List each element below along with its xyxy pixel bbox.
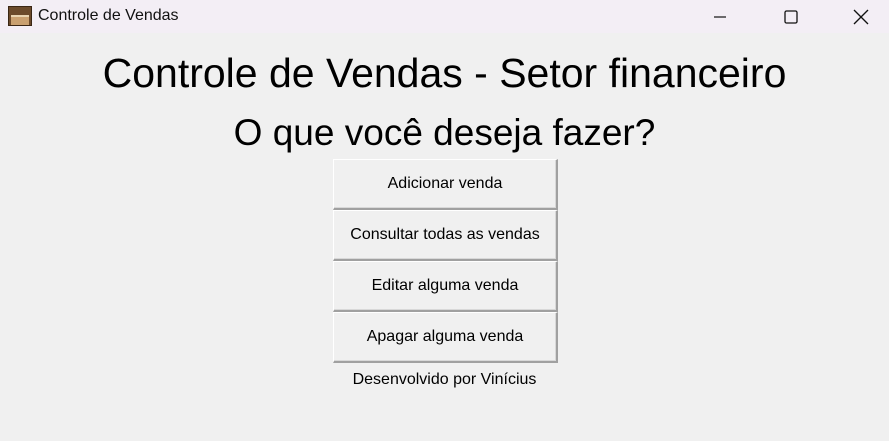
maximize-icon: [784, 9, 798, 24]
add-sale-button[interactable]: Adicionar venda: [333, 159, 558, 210]
delete-sale-button[interactable]: Apagar alguma venda: [333, 312, 558, 363]
page-title: Controle de Vendas - Setor financeiro: [102, 50, 787, 96]
window-title: Controle de Vendas: [38, 7, 179, 24]
page-subtitle: O que você deseja fazer?: [233, 112, 656, 153]
app-window: Controle de Vendas Controle de Vendas - …: [0, 0, 889, 441]
bookshelf-app-icon: [8, 6, 32, 26]
edit-sale-button[interactable]: Editar alguma venda: [333, 261, 558, 312]
close-icon: [853, 9, 869, 24]
action-menu: Adicionar venda Consultar todas as venda…: [333, 159, 558, 363]
list-sales-button[interactable]: Consultar todas as vendas: [333, 210, 558, 261]
maximize-button[interactable]: [768, 0, 814, 33]
title-bar[interactable]: Controle de Vendas: [0, 0, 889, 33]
developer-credit: Desenvolvido por Vinícius: [352, 371, 537, 388]
minimize-button[interactable]: [697, 0, 743, 33]
minimize-icon: [714, 15, 726, 18]
close-button[interactable]: [838, 0, 884, 33]
